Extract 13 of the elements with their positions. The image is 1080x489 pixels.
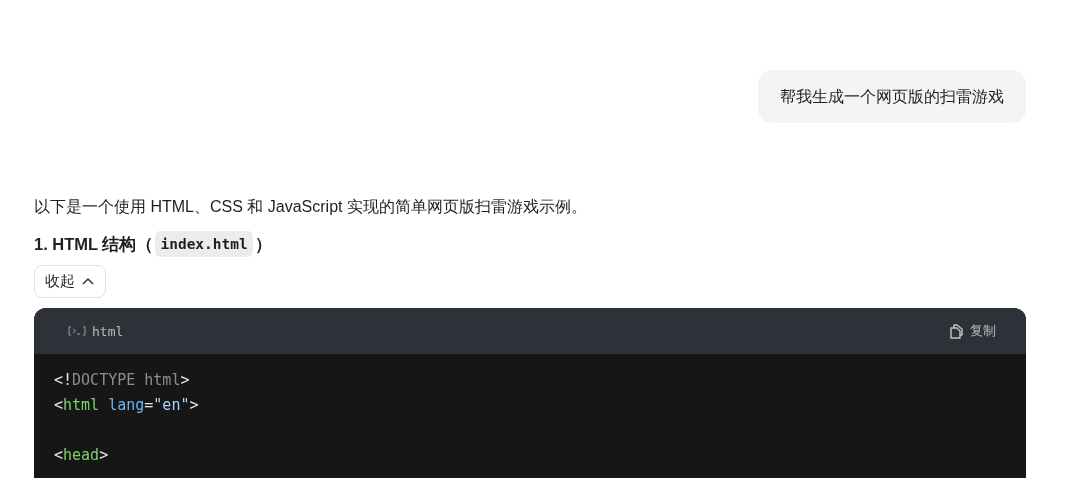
code-line: <!DOCTYPE html> (54, 370, 191, 391)
inline-code: index.html (155, 231, 253, 257)
reply-paragraph: 以下是一个使用 HTML、CSS 和 JavaScript 实现的简单网页版扫雷游戏示例。 (34, 197, 588, 217)
collapse-button[interactable]: 收起 (34, 265, 106, 298)
copy-icon (947, 322, 964, 340)
user-message: 帮我生成一个网页版的扫雷游戏 (758, 70, 1026, 123)
heading-paren: ） (254, 234, 272, 256)
code-language: html (92, 323, 124, 339)
copy-button[interactable]: 复制 (947, 322, 996, 340)
code-line: <head> (54, 445, 110, 466)
code-line: <html lang="en"> (54, 395, 200, 416)
section-heading: 1. HTML 结构（ (34, 234, 154, 256)
terminal-icon (68, 326, 86, 336)
